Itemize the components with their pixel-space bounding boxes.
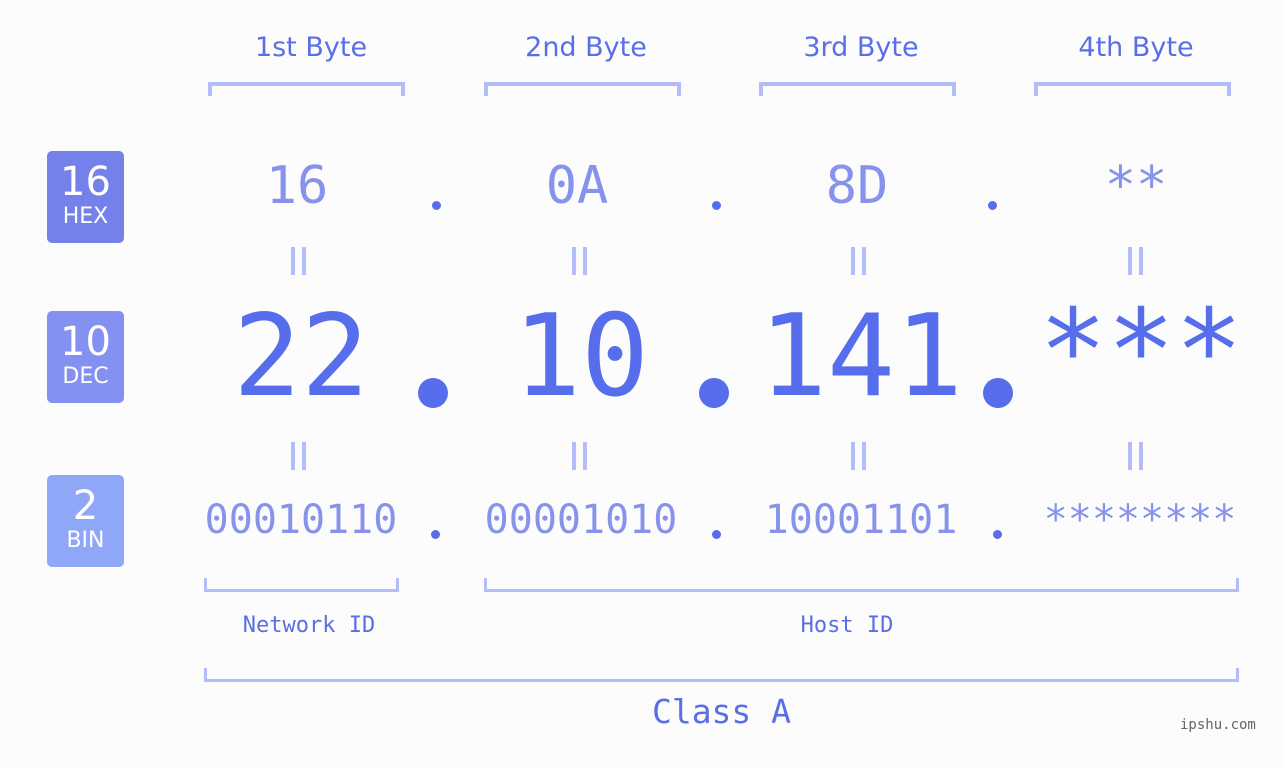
hex-byte-2: 0A [545,156,609,216]
dec-separator-dot [418,378,448,408]
dec-badge: 10 DEC [47,311,124,403]
bin-byte-4: ******** [1043,497,1237,543]
byte-bracket-1 [208,82,405,96]
equals-icon [291,442,307,470]
host-id-label: Host ID [800,613,894,638]
hex-separator-dot [988,201,997,210]
byte-header-2: 2nd Byte [525,32,647,63]
equals-icon [851,442,867,470]
dec-base: 10 [60,319,111,365]
dec-separator-dot [699,378,729,408]
bin-byte-1: 00010110 [204,497,398,543]
bin-separator-dot [712,530,721,539]
equals-icon [1128,442,1144,470]
bin-separator-dot [993,530,1002,539]
byte-header-4: 4th Byte [1078,32,1194,63]
watermark: ipshu.com [1180,717,1256,733]
class-bracket [204,668,1239,682]
equals-icon [572,247,588,275]
hex-separator-dot [432,201,441,210]
bin-byte-2: 00001010 [484,497,678,543]
hex-byte-4: ** [1104,156,1168,216]
bin-byte-3: 10001101 [764,497,958,543]
hex-badge: 16 HEX [47,151,124,243]
network-id-label: Network ID [242,613,376,638]
dec-label: DEC [62,364,109,389]
bin-label: BIN [66,528,105,553]
network-id-bracket [204,578,399,592]
byte-bracket-4 [1034,82,1231,96]
class-label: Class A [651,692,792,731]
bin-badge: 2 BIN [47,475,124,567]
hex-byte-1: 16 [265,156,329,216]
bin-base: 2 [72,483,99,529]
equals-icon [291,247,307,275]
dec-byte-4: *** [1038,285,1244,417]
equals-icon [1128,247,1144,275]
hex-separator-dot [712,201,721,210]
bin-separator-dot [431,530,440,539]
byte-header-1: 1st Byte [254,32,368,63]
dec-byte-1: 22 [232,290,370,422]
hex-base: 16 [60,159,111,205]
dec-byte-3: 141 [758,290,964,422]
hex-label: HEX [62,204,109,229]
dec-separator-dot [983,378,1013,408]
hex-byte-3: 8D [825,156,889,216]
equals-icon [851,247,867,275]
host-id-bracket [484,578,1239,592]
byte-header-3: 3rd Byte [803,32,919,63]
dec-byte-2: 10 [512,290,650,422]
equals-icon [572,442,588,470]
byte-bracket-2 [484,82,681,96]
byte-bracket-3 [759,82,956,96]
